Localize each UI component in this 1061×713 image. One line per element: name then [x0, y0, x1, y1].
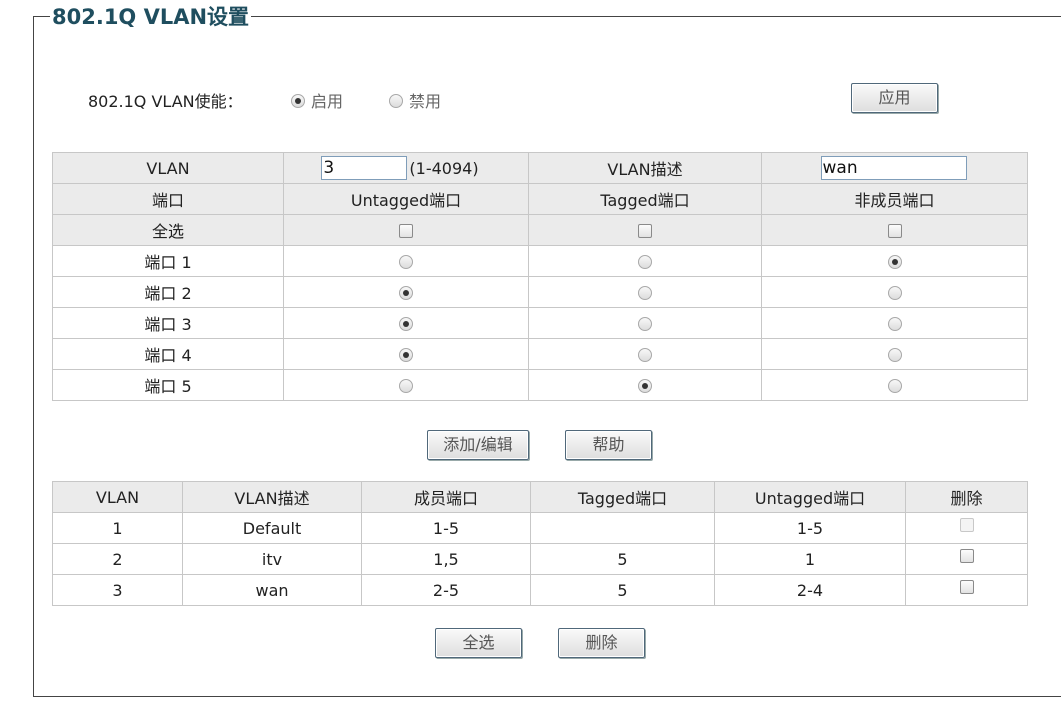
- apply-button[interactable]: 应用: [851, 83, 938, 113]
- list-cell-vlan: 1: [52, 512, 183, 544]
- port-untagged-radio[interactable]: [399, 255, 413, 269]
- row-delete-checkbox[interactable]: [959, 580, 974, 594]
- enable-on-radio[interactable]: [291, 93, 305, 108]
- port-header-row: 端口 Untagged端口 Tagged端口 非成员端口: [52, 183, 1028, 215]
- port-untagged-radio[interactable]: [399, 317, 413, 331]
- port-row: 端口 2: [52, 276, 1028, 308]
- vlan-list-header-row: VLAN VLAN描述 成员端口 Tagged端口 Untagged端口 删除: [52, 481, 1028, 513]
- enable-off-radio[interactable]: [389, 93, 403, 108]
- enable-off-option[interactable]: 禁用: [389, 88, 441, 112]
- page-title: 802.1Q VLAN设置: [50, 4, 252, 30]
- vlan-list-table: VLAN VLAN描述 成员端口 Tagged端口 Untagged端口 删除 …: [52, 481, 1028, 606]
- vlan-id-range: (1-4094): [409, 158, 479, 178]
- port-nonmember-radio[interactable]: [887, 348, 902, 362]
- enable-on-label: 启用: [311, 92, 344, 111]
- vlan-list-row: 2 itv 1,5 5 1: [52, 543, 1028, 575]
- list-tagged-header: Tagged端口: [530, 481, 715, 513]
- list-cell-tagged: 5: [530, 543, 715, 575]
- port-label: 端口 1: [52, 245, 284, 277]
- vlan-config-table: VLAN (1-4094) VLAN描述 端口 Untagged端口 Tagge…: [52, 152, 1028, 401]
- select-all-button[interactable]: 全选: [435, 628, 522, 658]
- vlan-desc-label: VLAN描述: [528, 152, 762, 184]
- list-vlan-header: VLAN: [52, 481, 183, 513]
- port-untagged-radio[interactable]: [399, 348, 413, 362]
- list-cell-members: 2-5: [361, 574, 531, 606]
- select-all-nonmember-checkbox[interactable]: [887, 224, 902, 238]
- list-cell-desc: itv: [182, 543, 362, 575]
- port-column-header: 端口: [52, 183, 284, 215]
- delete-button[interactable]: 删除: [558, 628, 645, 658]
- port-row: 端口 4: [52, 338, 1028, 370]
- list-cell-untagged: 2-4: [714, 574, 906, 606]
- port-nonmember-radio[interactable]: [887, 286, 902, 300]
- port-tagged-radio[interactable]: [638, 286, 652, 300]
- list-cell-tagged: 5: [530, 574, 715, 606]
- untagged-column-header: Untagged端口: [283, 183, 529, 215]
- port-rows: 端口 1 端口 2 端口 3 端口 4 端口 5: [52, 245, 1028, 401]
- vlan-list-row: 3 wan 2-5 5 2-4: [52, 574, 1028, 606]
- list-desc-header: VLAN描述: [182, 481, 362, 513]
- row-delete-checkbox: [959, 518, 974, 532]
- port-row: 端口 3: [52, 307, 1028, 339]
- help-button[interactable]: 帮助: [565, 430, 652, 460]
- port-label: 端口 5: [52, 369, 284, 401]
- list-cell-tagged: [530, 512, 715, 544]
- port-untagged-radio[interactable]: [399, 379, 413, 393]
- nonmember-column-header: 非成员端口: [761, 183, 1028, 215]
- port-tagged-radio[interactable]: [638, 255, 652, 269]
- vlan-id-input[interactable]: [321, 156, 408, 180]
- list-cell-desc: Default: [182, 512, 362, 544]
- add-edit-button[interactable]: 添加/编辑: [427, 430, 529, 460]
- tagged-column-header: Tagged端口: [528, 183, 762, 215]
- vlan-desc-input[interactable]: [820, 156, 967, 180]
- list-cell-vlan: 3: [52, 574, 183, 606]
- port-tagged-radio[interactable]: [638, 348, 652, 362]
- port-nonmember-radio[interactable]: [887, 317, 902, 331]
- port-label: 端口 3: [52, 307, 284, 339]
- port-untagged-radio[interactable]: [399, 286, 413, 300]
- list-untagged-header: Untagged端口: [714, 481, 906, 513]
- list-cell-untagged: 1: [714, 543, 906, 575]
- enable-on-option[interactable]: 启用: [291, 88, 343, 112]
- vlan-list-rows: 1 Default 1-5 1-5 2 itv 1,5 5 1 3 wan 2-5 5 2-4: [52, 512, 1028, 606]
- vlan-list-row: 1 Default 1-5 1-5: [52, 512, 1028, 544]
- list-cell-untagged: 1-5: [714, 512, 906, 544]
- list-members-header: 成员端口: [361, 481, 531, 513]
- port-row: 端口 1: [52, 245, 1028, 277]
- vlan-id-label: VLAN: [52, 152, 284, 184]
- select-all-label: 全选: [52, 214, 284, 246]
- select-all-tagged-checkbox[interactable]: [638, 224, 652, 238]
- port-row: 端口 5: [52, 369, 1028, 401]
- vlan-id-row: VLAN (1-4094) VLAN描述: [52, 152, 1028, 184]
- port-nonmember-radio[interactable]: [887, 255, 902, 269]
- port-tagged-radio[interactable]: [638, 379, 652, 393]
- list-cell-members: 1-5: [361, 512, 531, 544]
- port-label: 端口 4: [52, 338, 284, 370]
- list-delete-header: 删除: [905, 481, 1028, 513]
- port-tagged-radio[interactable]: [638, 317, 652, 331]
- list-cell-desc: wan: [182, 574, 362, 606]
- select-all-untagged-checkbox[interactable]: [399, 224, 413, 238]
- port-nonmember-radio[interactable]: [887, 379, 902, 393]
- port-label: 端口 2: [52, 276, 284, 308]
- vlan-enable-label: 802.1Q VLAN使能：: [88, 92, 243, 111]
- enable-off-label: 禁用: [409, 92, 442, 111]
- select-all-row: 全选: [52, 214, 1028, 246]
- row-delete-checkbox[interactable]: [959, 549, 974, 563]
- list-cell-members: 1,5: [361, 543, 531, 575]
- list-cell-vlan: 2: [52, 543, 183, 575]
